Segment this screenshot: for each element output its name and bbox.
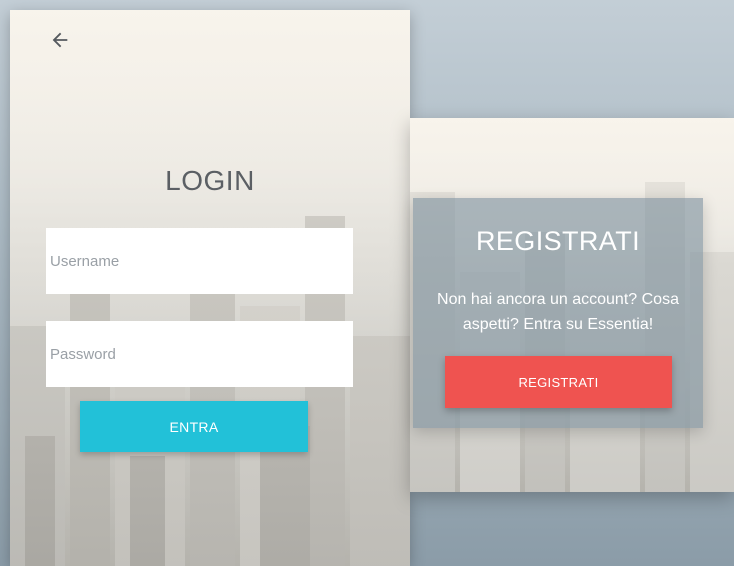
register-description: Non hai ancora un account? Cosa aspetti?… [437,291,679,333]
register-button[interactable]: REGISTRATI [445,356,672,408]
username-input[interactable] [46,228,353,294]
login-title: LOGIN [165,165,255,196]
password-input[interactable] [46,321,353,387]
back-button[interactable] [40,22,80,58]
register-title: REGISTRATI [475,226,640,256]
login-submit-button[interactable]: ENTRA [80,401,308,452]
arrow-left-icon [52,32,68,48]
